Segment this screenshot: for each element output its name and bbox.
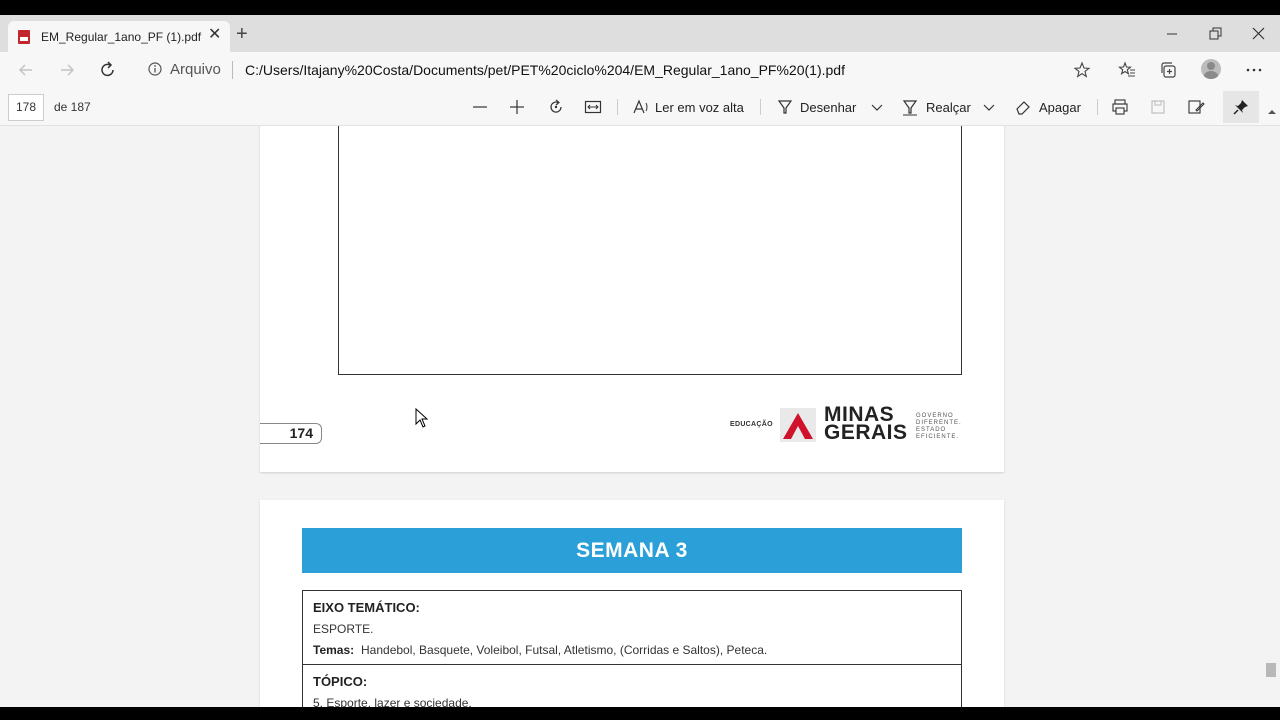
back-icon[interactable]	[16, 60, 36, 80]
scrollbar-thumb[interactable]	[1266, 663, 1276, 677]
pdf-viewer[interactable]: 174 EDUCAÇÃO MINAS GERAIS GOVERNO DIFERE…	[0, 126, 1280, 707]
table-row: TÓPICO: 5. Esporte, lazer e sociedade.	[303, 665, 961, 707]
pdf-file-icon	[18, 30, 30, 44]
scroll-up-icon[interactable]	[1266, 107, 1278, 117]
erase-button[interactable]: Apagar	[1039, 100, 1081, 115]
pdf-page: 174 EDUCAÇÃO MINAS GERAIS GOVERNO DIFERE…	[260, 126, 1004, 472]
eraser-icon[interactable]	[1014, 98, 1032, 116]
minas-gerais-logo: EDUCAÇÃO MINAS GERAIS GOVERNO DIFERENTE.…	[730, 404, 970, 446]
logo-tagline: GOVERNO DIFERENTE. ESTADO EFICIENTE.	[916, 413, 962, 440]
close-tab-icon[interactable]: ✕	[208, 27, 221, 43]
highlight-button[interactable]: Realçar	[926, 100, 971, 115]
file-scheme-label: Arquivo	[170, 61, 221, 78]
pdf-page: SEMANA 3 EIXO TEMÁTICO: ESPORTE. Temas: …	[260, 500, 1004, 707]
temas-value: Handebol, Basquete, Voleibol, Futsal, At…	[361, 643, 768, 657]
draw-button[interactable]: Desenhar	[800, 100, 856, 115]
toolbar-separator	[1097, 99, 1098, 115]
tab-title: EM_Regular_1ano_PF (1).pdf	[41, 30, 202, 44]
page-number-input[interactable]: 178	[8, 94, 44, 121]
logo-gerais-text: GERAIS	[824, 421, 908, 444]
url-field[interactable]: C:/Users/Itajany%20Costa/Documents/pet/P…	[245, 62, 845, 78]
pin-icon[interactable]	[1232, 98, 1250, 116]
highlight-options-chevron-icon[interactable]	[980, 98, 998, 116]
tab-strip: EM_Regular_1ano_PF (1).pdf ✕ +	[0, 15, 1280, 52]
favorites-icon[interactable]	[1117, 60, 1137, 80]
eixo-value: ESPORTE.	[313, 622, 374, 636]
info-table: EIXO TEMÁTICO: ESPORTE. Temas: Handebol,…	[302, 590, 962, 707]
eixo-label: EIXO TEMÁTICO:	[313, 600, 420, 615]
toolbar-separator	[617, 99, 618, 115]
highlight-icon[interactable]	[901, 98, 919, 116]
favorite-star-icon[interactable]	[1072, 60, 1092, 80]
info-icon[interactable]	[148, 62, 162, 76]
print-icon[interactable]	[1111, 98, 1129, 116]
close-window-icon[interactable]	[1249, 24, 1269, 44]
profile-avatar[interactable]	[1201, 59, 1221, 79]
draw-options-chevron-icon[interactable]	[868, 98, 886, 116]
logo-mark	[780, 408, 816, 442]
read-aloud-button[interactable]: Ler em voz alta	[655, 100, 744, 115]
page-total: de 187	[54, 100, 91, 114]
address-bar: Arquivo C:/Users/Itajany%20Costa/Documen…	[0, 52, 1280, 88]
browser-window: EM_Regular_1ano_PF (1).pdf ✕ + Arquivo C…	[0, 15, 1280, 707]
fit-width-icon[interactable]	[584, 98, 602, 116]
draw-icon[interactable]	[776, 98, 794, 116]
address-separator	[232, 61, 233, 79]
minimize-icon[interactable]	[1163, 24, 1183, 44]
save-as-icon[interactable]	[1187, 98, 1205, 116]
tab-pdf-document[interactable]: EM_Regular_1ano_PF (1).pdf ✕	[8, 21, 230, 52]
mouse-cursor-icon	[415, 408, 429, 428]
refresh-icon[interactable]	[98, 60, 118, 80]
topico-value: 5. Esporte, lazer e sociedade.	[313, 696, 472, 707]
logo-educacao-text: EDUCAÇÃO	[730, 421, 773, 428]
save-icon[interactable]	[1149, 98, 1167, 116]
table-row: EIXO TEMÁTICO: ESPORTE. Temas: Handebol,…	[303, 591, 961, 665]
page-number: 174	[260, 423, 322, 444]
zoom-in-icon[interactable]	[508, 98, 526, 116]
zoom-out-icon[interactable]	[471, 98, 489, 116]
rotate-icon[interactable]	[547, 98, 565, 116]
pdf-toolbar: 178 de 187 Ler em voz alta Desenhar Real…	[0, 88, 1280, 126]
collections-icon[interactable]	[1159, 60, 1179, 80]
toolbar-separator	[760, 99, 761, 115]
forward-icon[interactable]	[57, 60, 77, 80]
more-options-icon[interactable]	[1245, 60, 1265, 80]
new-tab-icon[interactable]: +	[236, 24, 248, 44]
week-banner: SEMANA 3	[302, 528, 962, 573]
topico-label: TÓPICO:	[313, 674, 368, 689]
temas-label: Temas:	[313, 643, 355, 657]
restore-icon[interactable]	[1206, 24, 1226, 44]
read-aloud-icon[interactable]	[632, 98, 650, 116]
answer-box	[338, 126, 962, 375]
